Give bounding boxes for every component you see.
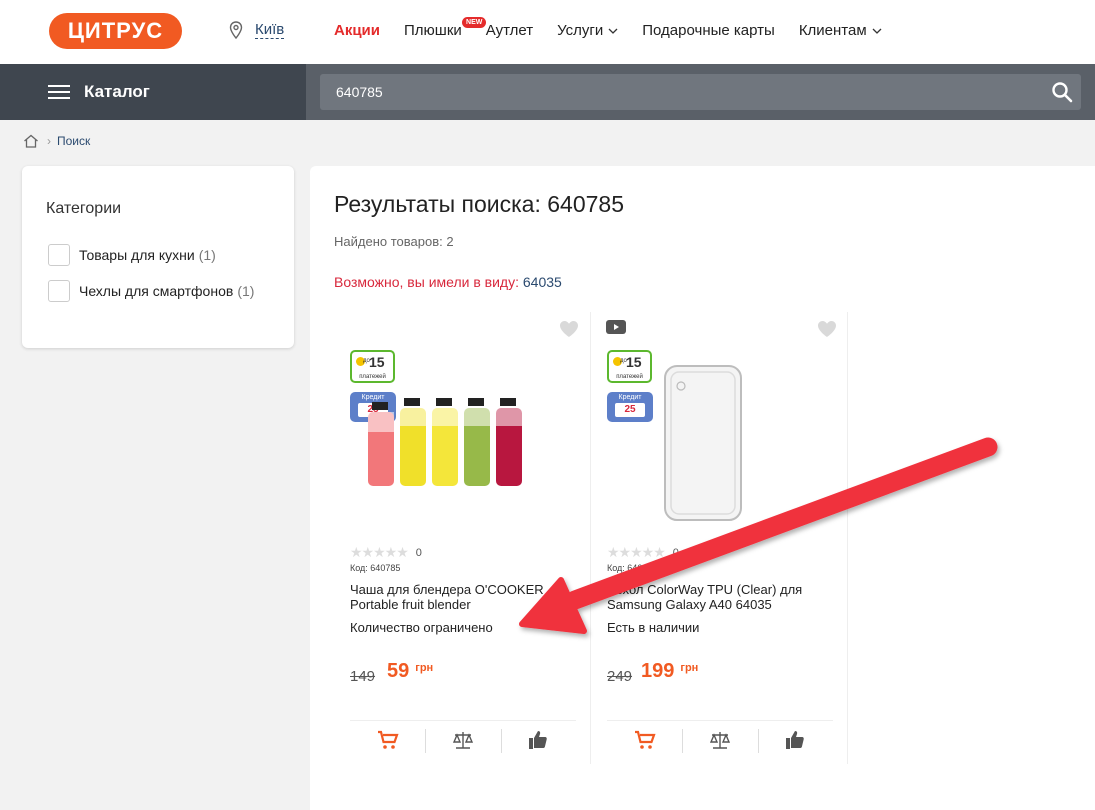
breadcrumb: › Поиск [23, 134, 90, 148]
search-input[interactable] [320, 74, 1040, 110]
rating[interactable]: ★★★★★ 0 [607, 544, 679, 561]
stock-status: Есть в наличии [607, 620, 700, 635]
wishlist-heart-icon[interactable] [817, 320, 837, 338]
cart-icon [377, 730, 399, 749]
installments-number: 15 [369, 354, 385, 370]
results-title: Результаты поиска: 640785 [334, 191, 625, 217]
chevron-down-icon [872, 28, 882, 34]
main-nav: Акции Плюшки NEW Аутлет Услуги Подарочны… [334, 17, 906, 39]
thumbs-up-icon [529, 730, 548, 749]
price-value: 59 [387, 660, 410, 682]
price-currency: грн [680, 662, 699, 674]
city-name[interactable]: Київ [255, 21, 285, 39]
location-pin-icon [229, 21, 243, 39]
price-currency: грн [415, 662, 434, 674]
product-code: Код: 640785 [350, 563, 401, 573]
product-name[interactable]: Чаша для блендера O'COOKER Portable frui… [350, 582, 575, 612]
hamburger-menu-icon [48, 85, 70, 99]
search-box [320, 74, 1081, 110]
filter-kitchen-goods[interactable]: Товары для кухни (1) [48, 244, 216, 266]
nav-customers[interactable]: Клиентам [799, 22, 882, 39]
nav-customers-label: Клиентам [798, 22, 867, 39]
cart-icon [634, 730, 656, 749]
nav-bonuses[interactable]: Плюшки NEW [404, 17, 487, 39]
did-you-mean: Возможно, вы имели в виду: 64035 [334, 274, 562, 290]
catalog-button[interactable]: Каталог [0, 64, 306, 120]
filter-checkbox[interactable] [48, 244, 70, 266]
nav-services[interactable]: Услуги [557, 22, 618, 39]
rating[interactable]: ★★★★★ 0 [350, 544, 422, 561]
like-button[interactable] [757, 721, 833, 758]
stock-status: Количество ограничено [350, 620, 493, 635]
compare-scales-icon [709, 731, 731, 749]
sidebar-title: Категории [46, 200, 122, 217]
current-price: 59 грн [387, 660, 433, 683]
did-you-mean-link[interactable]: 64035 [523, 274, 562, 290]
filter-label: Чехлы для смартфонов [79, 283, 234, 299]
thumbs-up-icon [786, 730, 805, 749]
nav-outlet[interactable]: Аутлет [486, 22, 533, 39]
old-price: 249 [607, 668, 633, 685]
filter-count: (1) [198, 247, 216, 263]
catalog-label: Каталог [84, 82, 150, 101]
product-code: Код: 6403 [607, 563, 648, 573]
search-icon[interactable] [1051, 81, 1073, 103]
product-name[interactable]: Чехол ColorWay TPU (Clear) для Samsung G… [607, 582, 832, 612]
citrus-logo[interactable]: ЦИТРУС [49, 13, 182, 49]
installments-sub: платежей [359, 374, 386, 380]
installments-sub: платежей [616, 374, 643, 380]
search-results-panel: Результаты поиска: 640785 Найдено товаро… [310, 166, 1095, 810]
wishlist-heart-icon[interactable] [559, 320, 579, 338]
card-actions [607, 720, 833, 758]
credit-label: Кредит [618, 394, 642, 401]
video-icon[interactable] [606, 320, 626, 334]
current-price: 199 грн [641, 660, 698, 683]
price-value: 199 [641, 660, 675, 682]
installments-number: 15 [626, 354, 642, 370]
compare-scales-icon [452, 731, 474, 749]
rating-count: 0 [672, 546, 679, 559]
nav-promotions[interactable]: Акции [334, 22, 380, 39]
new-badge: NEW [462, 17, 487, 28]
product-card[interactable]: до 15 платежей Кредит 25 ★★★★★ 0 Код: 64… [591, 312, 848, 764]
product-card[interactable]: до 15 платежей Кредит 25 ★★★★★ [334, 312, 591, 764]
filter-phone-cases[interactable]: Чехлы для смартфонов (1) [48, 280, 254, 302]
rating-stars-icon: ★★★★★ [350, 544, 409, 560]
credit-badge: Кредит 25 [607, 392, 653, 422]
add-to-cart-button[interactable] [607, 721, 682, 758]
nav-bonuses-label: Плюшки [404, 22, 462, 39]
filter-checkbox[interactable] [48, 280, 70, 302]
add-to-cart-button[interactable] [350, 721, 425, 758]
results-count: Найдено товаров: 2 [334, 234, 454, 249]
nav-services-label: Услуги [557, 22, 604, 39]
filter-label: Товары для кухни [79, 247, 195, 263]
did-you-mean-label: Возможно, вы имели в виду: [334, 274, 519, 290]
home-icon[interactable] [23, 134, 39, 148]
rating-stars-icon: ★★★★★ [607, 544, 666, 560]
breadcrumb-current[interactable]: Поиск [57, 134, 90, 148]
like-button[interactable] [500, 721, 576, 758]
compare-button[interactable] [425, 721, 500, 758]
nav-gift-cards[interactable]: Подарочные карты [642, 22, 775, 39]
filter-count: (1) [237, 283, 255, 299]
catalog-search-bar: Каталог [0, 64, 1095, 120]
compare-button[interactable] [682, 721, 757, 758]
category-filter-panel: Категории Товары для кухни (1) Чехлы для… [22, 166, 294, 348]
installments-badge: до 15 платежей [607, 350, 652, 383]
product-image-blender-bottles[interactable] [362, 392, 572, 496]
top-header: ЦИТРУС Київ Акции Плюшки NEW Аутлет Услу… [0, 0, 1095, 64]
rating-count: 0 [415, 546, 422, 559]
chevron-down-icon [608, 28, 618, 34]
old-price: 149 [350, 668, 376, 685]
product-image-phone-case[interactable] [661, 364, 745, 522]
installments-badge: до 15 платежей [350, 350, 395, 383]
credit-value: 25 [615, 403, 645, 417]
breadcrumb-separator: › [47, 134, 51, 148]
city-selector[interactable]: Київ [229, 21, 285, 39]
card-actions [350, 720, 576, 758]
